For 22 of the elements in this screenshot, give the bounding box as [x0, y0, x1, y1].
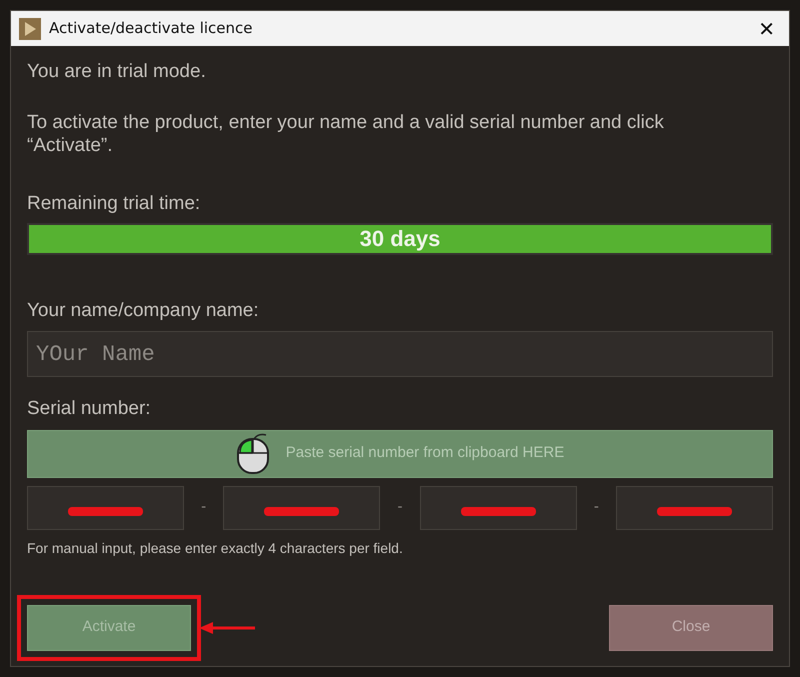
mouse-icon — [236, 432, 270, 474]
name-label: Your name/company name: — [27, 298, 260, 322]
name-field[interactable]: YOur Name — [27, 331, 773, 377]
app-icon — [19, 18, 41, 40]
separator-text: - — [592, 497, 600, 518]
window-title: Activate/deactivate licence — [49, 18, 253, 40]
separator-text: - — [200, 497, 208, 518]
serial-field[interactable] — [223, 486, 380, 530]
paste-serial-button[interactable]: Paste serial number from clipboard HERE — [27, 430, 773, 478]
serial-field[interactable] — [27, 486, 184, 530]
serial-label: Serial number: — [27, 397, 152, 421]
trial-label: Remaining trial time: — [27, 192, 202, 216]
serial-field[interactable] — [420, 486, 577, 530]
status-text: You are in trial mode. — [27, 60, 207, 84]
trial-reading: 30 days — [358, 224, 442, 252]
activate-button[interactable]: Activate — [27, 604, 191, 650]
instruction-text: To activate the product, enter your name and a valid serial number and click “Activate”. — [27, 110, 665, 158]
close-button[interactable]: Close — [609, 604, 773, 650]
serial-field[interactable] — [616, 486, 773, 530]
close-button[interactable]: ✕ — [752, 14, 781, 44]
separator-text: - — [396, 497, 404, 518]
hint-text: For manual input, please enter exactly 4 characters per field. — [27, 538, 404, 558]
